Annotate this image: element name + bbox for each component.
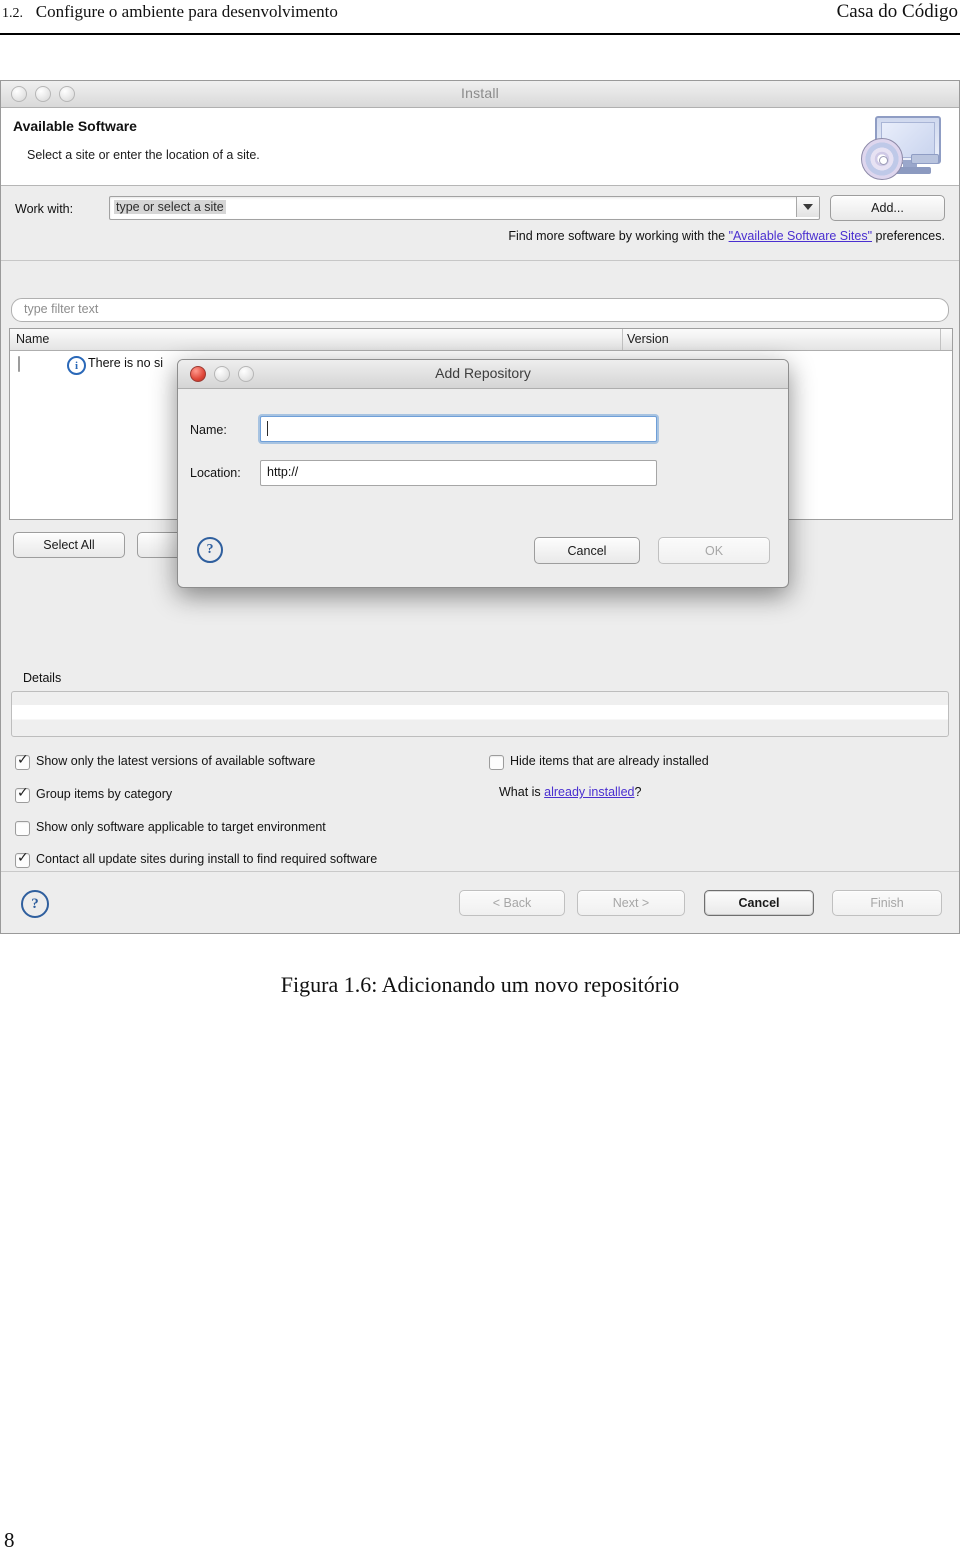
dialog-cancel-button[interactable]: Cancel xyxy=(534,537,640,564)
location-field-value: http:// xyxy=(267,465,299,479)
name-field[interactable] xyxy=(260,416,657,442)
find-more-software-text: Find more software by working with the "… xyxy=(508,229,945,243)
dialog-body: Name: Local... Location: http:// Archive… xyxy=(178,389,788,587)
option-show-latest-versions-label: Show only the latest versions of availab… xyxy=(36,754,316,768)
details-label: Details xyxy=(23,671,62,685)
what-is-already-installed-text: What is already installed? xyxy=(499,785,641,799)
section-number: 1.2. xyxy=(2,6,23,21)
details-panel xyxy=(11,691,949,737)
option-group-by-category-label: Group items by category xyxy=(36,787,173,801)
location-label: Location: xyxy=(190,466,241,480)
column-header-name: Name xyxy=(16,332,50,346)
option-contact-update-sites-label: Contact all update sites during install … xyxy=(36,852,378,866)
table-header: Name Version xyxy=(10,329,952,351)
wizard-footer: ? < Back Next > Cancel Finish xyxy=(1,871,959,933)
section-title: Configure o ambiente para desenvolviment… xyxy=(35,2,338,21)
window-title: Install xyxy=(461,85,499,101)
filter-input[interactable]: type filter text xyxy=(11,298,949,322)
page-number: 8 xyxy=(4,1528,15,1552)
find-more-prefix: Find more software by working with the xyxy=(508,229,729,243)
install-wizard-screenshot: Install Available Software Select a site… xyxy=(0,80,960,934)
name-label: Name: xyxy=(190,423,227,437)
running-head-right: Casa do Código xyxy=(836,1,958,22)
find-more-suffix: preferences. xyxy=(872,229,946,243)
info-icon: i xyxy=(67,356,86,375)
finish-button[interactable]: Finish xyxy=(832,890,942,916)
row-checkbox[interactable] xyxy=(18,356,20,372)
page-header: 1.2. Configure o ambiente para desenvolv… xyxy=(0,0,960,36)
option-target-environment-checkbox[interactable] xyxy=(15,821,30,836)
page-subtitle: Select a site or enter the location of a… xyxy=(27,148,260,162)
back-button[interactable]: < Back xyxy=(459,890,565,916)
column-header-version: Version xyxy=(627,332,669,346)
header-rule xyxy=(0,33,960,35)
work-with-value: type or select a site xyxy=(114,200,226,214)
filter-placeholder: type filter text xyxy=(24,302,99,316)
text-cursor xyxy=(267,421,268,436)
add-repository-dialog: Add Repository Name: Local... Location: … xyxy=(177,359,789,588)
running-head-left: 1.2. Configure o ambiente para desenvolv… xyxy=(2,2,338,22)
dialog-help-icon[interactable]: ? xyxy=(197,537,223,563)
option-hide-installed-label: Hide items that are already installed xyxy=(510,754,709,768)
dialog-ok-button[interactable]: OK xyxy=(658,537,770,564)
page-title: Available Software xyxy=(13,118,137,134)
option-show-latest-versions-checkbox[interactable] xyxy=(15,752,30,770)
next-button[interactable]: Next > xyxy=(577,890,685,916)
combo-dropdown-button[interactable] xyxy=(796,197,819,217)
help-icon[interactable]: ? xyxy=(21,890,49,918)
install-window-titlebar: Install xyxy=(1,81,959,108)
select-all-button[interactable]: Select All xyxy=(13,532,125,558)
already-installed-link[interactable]: already installed xyxy=(544,785,634,799)
location-field[interactable]: http:// xyxy=(260,460,657,486)
dialog-titlebar: Add Repository xyxy=(178,360,788,389)
cancel-button[interactable]: Cancel xyxy=(704,890,814,916)
option-target-environment-label: Show only software applicable to target … xyxy=(36,820,326,834)
what-is-suffix: ? xyxy=(634,785,642,799)
what-is-prefix: What is xyxy=(499,785,545,799)
option-group-by-category-checkbox[interactable] xyxy=(15,785,30,803)
dialog-title: Add Repository xyxy=(435,365,531,381)
wizard-banner: Available Software Select a site or ente… xyxy=(1,108,959,186)
row-message: There is no si xyxy=(88,356,164,370)
available-software-sites-link[interactable]: "Available Software Sites" xyxy=(729,229,872,243)
add-repository-button[interactable]: Add... xyxy=(830,195,945,221)
option-contact-update-sites-checkbox[interactable] xyxy=(15,850,30,868)
install-monitor-cd-icon xyxy=(859,114,945,182)
option-hide-installed-checkbox[interactable] xyxy=(489,755,504,770)
chevron-down-icon xyxy=(803,204,813,210)
row-checkbox-cell[interactable] xyxy=(18,356,20,372)
figure-caption: Figura 1.6: Adicionando um novo repositó… xyxy=(280,972,680,997)
work-with-strip: Work with: type or select a site Add... … xyxy=(1,186,959,261)
work-with-combo[interactable]: type or select a site xyxy=(109,196,820,220)
work-with-label: Work with: xyxy=(15,202,74,216)
